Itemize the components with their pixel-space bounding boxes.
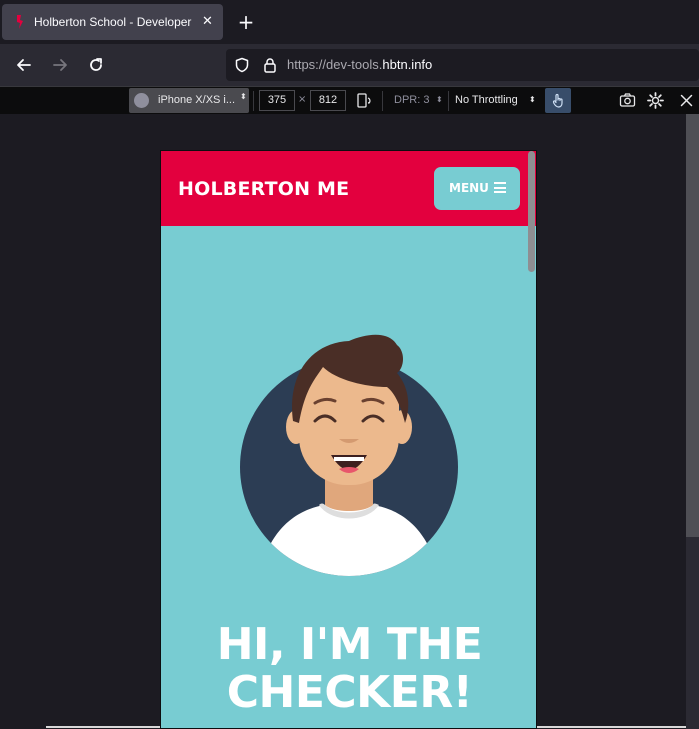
menu-button[interactable]: MENU	[434, 167, 520, 210]
shield-icon[interactable]	[234, 57, 250, 73]
tab-strip: Holberton School - Developer ✕ +	[0, 0, 699, 44]
throttling-dropdown-arrow: ⬍	[529, 95, 536, 104]
screenshot-icon[interactable]	[619, 92, 636, 108]
reload-icon[interactable]	[86, 55, 106, 75]
menu-label: MENU	[449, 181, 489, 195]
holberton-favicon-icon	[17, 15, 23, 29]
viewport-width-input[interactable]: 375	[259, 90, 295, 111]
viewport-height-input[interactable]: 812	[310, 90, 346, 111]
url-domain: hbtn.info	[382, 57, 433, 72]
hamburger-icon	[494, 182, 506, 193]
settings-icon[interactable]	[647, 92, 664, 109]
url-text: https://dev-tools.hbtn.info	[287, 57, 432, 72]
dimension-separator: ×	[298, 94, 307, 105]
forward-arrow-icon[interactable]	[50, 55, 70, 75]
browser-tab[interactable]: Holberton School - Developer ✕	[2, 4, 223, 40]
site-brand[interactable]: HOLBERTON ME	[178, 178, 349, 200]
dpr-selector[interactable]: DPR: 3	[394, 94, 429, 106]
navigation-bar: https://dev-tools.hbtn.info	[0, 44, 699, 86]
outer-scrollbar-thumb[interactable]	[686, 114, 699, 537]
device-selector[interactable]: iPhone X/XS i... ⬍	[129, 88, 249, 113]
dpr-dropdown-arrow: ⬍	[436, 95, 443, 104]
toolbar-divider	[253, 91, 254, 111]
lock-icon[interactable]	[262, 57, 278, 73]
tab-title: Holberton School - Developer	[34, 15, 192, 29]
close-icon[interactable]: ✕	[202, 14, 213, 30]
hero-heading: HI, I'M THE CHECKER!	[161, 619, 536, 718]
avatar-illustration	[240, 334, 458, 576]
close-rdm-icon[interactable]	[680, 94, 693, 107]
throttling-selector[interactable]: No Throttling	[455, 94, 518, 106]
touch-icon	[552, 93, 563, 108]
phone-viewport: HOLBERTON ME MENU HI, I'M THE CHECKER!	[160, 150, 537, 729]
device-icon	[134, 93, 149, 108]
url-bar[interactable]: https://dev-tools.hbtn.info	[226, 49, 699, 81]
hero-line-1: HI, I'M THE	[216, 619, 483, 670]
toolbar-divider	[448, 91, 449, 111]
page-scrollbar[interactable]	[528, 151, 535, 272]
site-header: HOLBERTON ME MENU	[161, 151, 536, 226]
touch-simulation-button[interactable]	[545, 88, 571, 113]
device-dropdown-arrow: ⬍	[240, 92, 247, 101]
back-arrow-icon[interactable]	[14, 55, 34, 75]
toolbar-divider	[382, 91, 383, 111]
rotate-icon[interactable]	[356, 92, 372, 109]
outer-scrollbar-track[interactable]	[686, 537, 699, 729]
responsive-design-toolbar: iPhone X/XS i... ⬍ 375 × 812 DPR: 3 ⬍ No…	[0, 86, 699, 114]
device-label: iPhone X/XS i...	[158, 94, 236, 106]
url-prefix: https://dev-tools.	[287, 57, 383, 72]
plus-icon[interactable]: +	[236, 12, 256, 32]
hero-line-2: CHECKER!	[226, 667, 473, 718]
